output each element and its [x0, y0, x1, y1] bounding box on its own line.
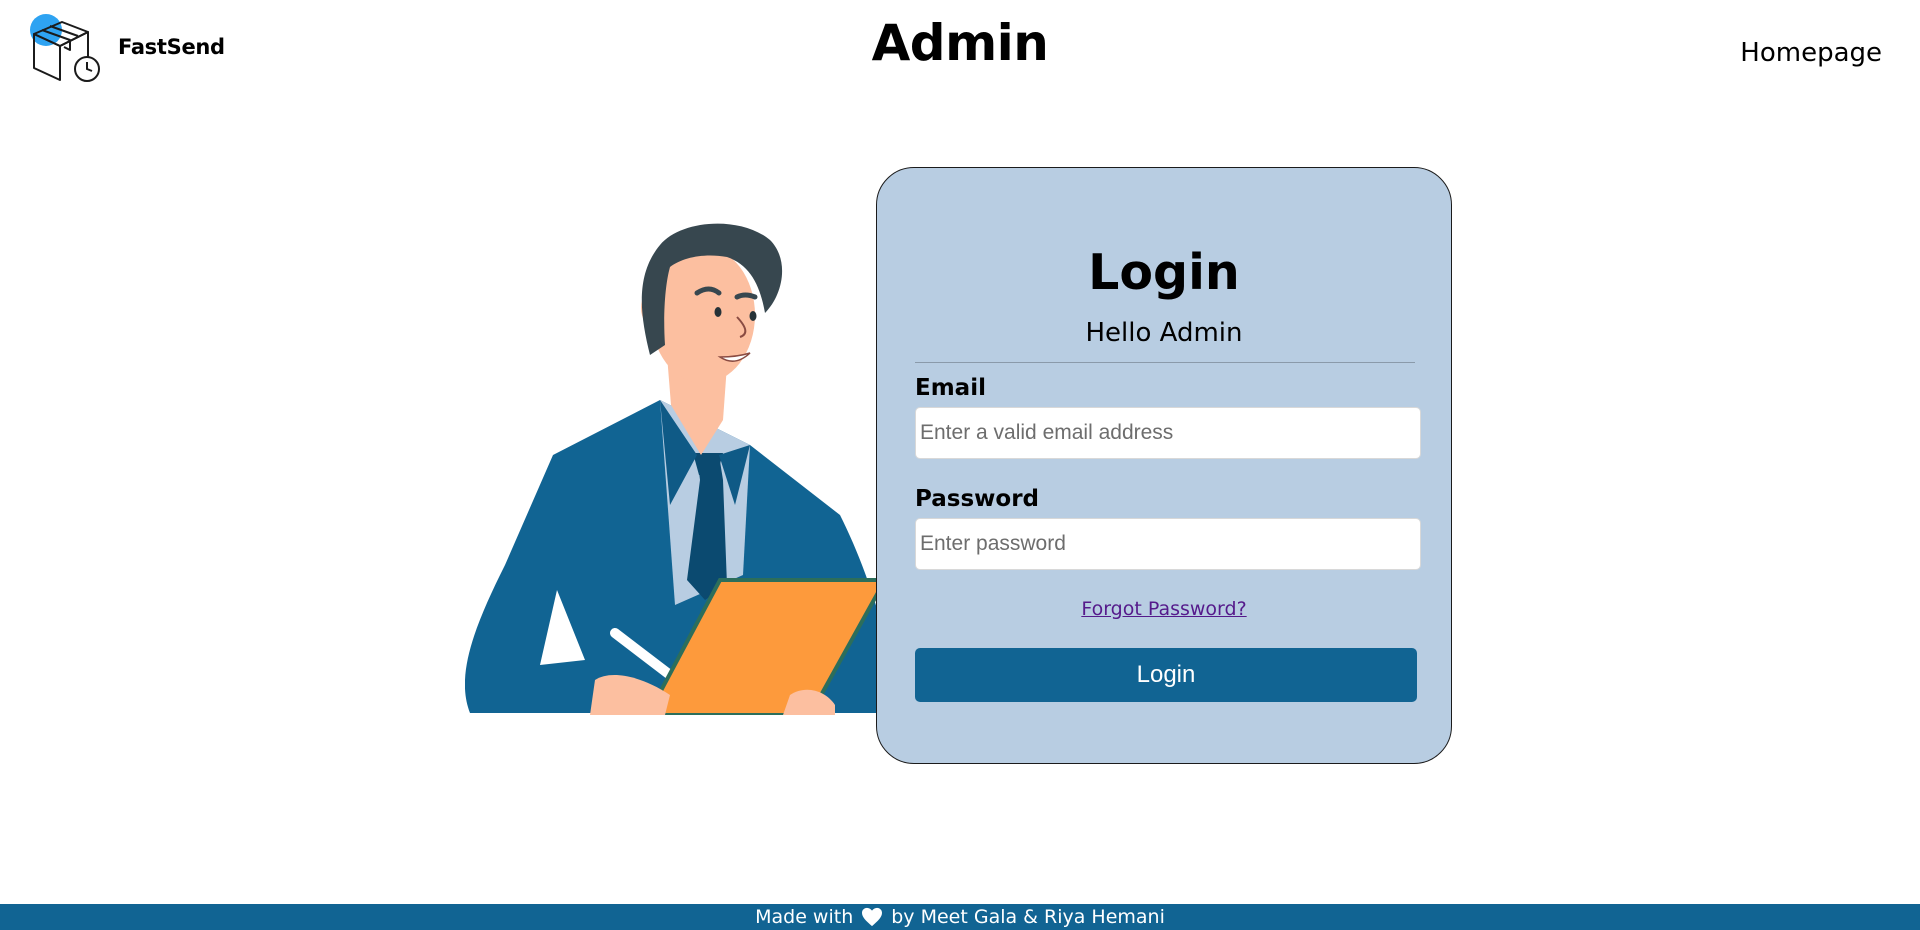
footer-credits: by Meet Gala & Riya Hemani	[891, 906, 1165, 928]
admin-login-page: FastSend Admin Homepage Login Hello Admi…	[0, 0, 1920, 930]
homepage-link[interactable]: Homepage	[1740, 38, 1882, 68]
password-label: Password	[915, 486, 1039, 512]
email-field[interactable]	[915, 407, 1421, 459]
email-label: Email	[915, 375, 986, 401]
password-field[interactable]	[915, 518, 1421, 570]
footer: Made with by Meet Gala & Riya Hemani	[0, 904, 1920, 930]
login-title: Login	[1088, 244, 1240, 301]
login-button[interactable]: Login	[915, 648, 1417, 702]
footer-prefix: Made with	[755, 906, 854, 928]
forgot-password-link[interactable]: Forgot Password?	[877, 598, 1451, 620]
businessman-illustration	[465, 223, 895, 715]
login-card: Login Hello Admin Email Password Forgot …	[876, 167, 1452, 764]
page-title: Admin	[871, 14, 1049, 72]
login-subtitle: Hello Admin	[1085, 318, 1243, 348]
heart-icon	[862, 907, 883, 927]
card-divider	[915, 362, 1415, 363]
